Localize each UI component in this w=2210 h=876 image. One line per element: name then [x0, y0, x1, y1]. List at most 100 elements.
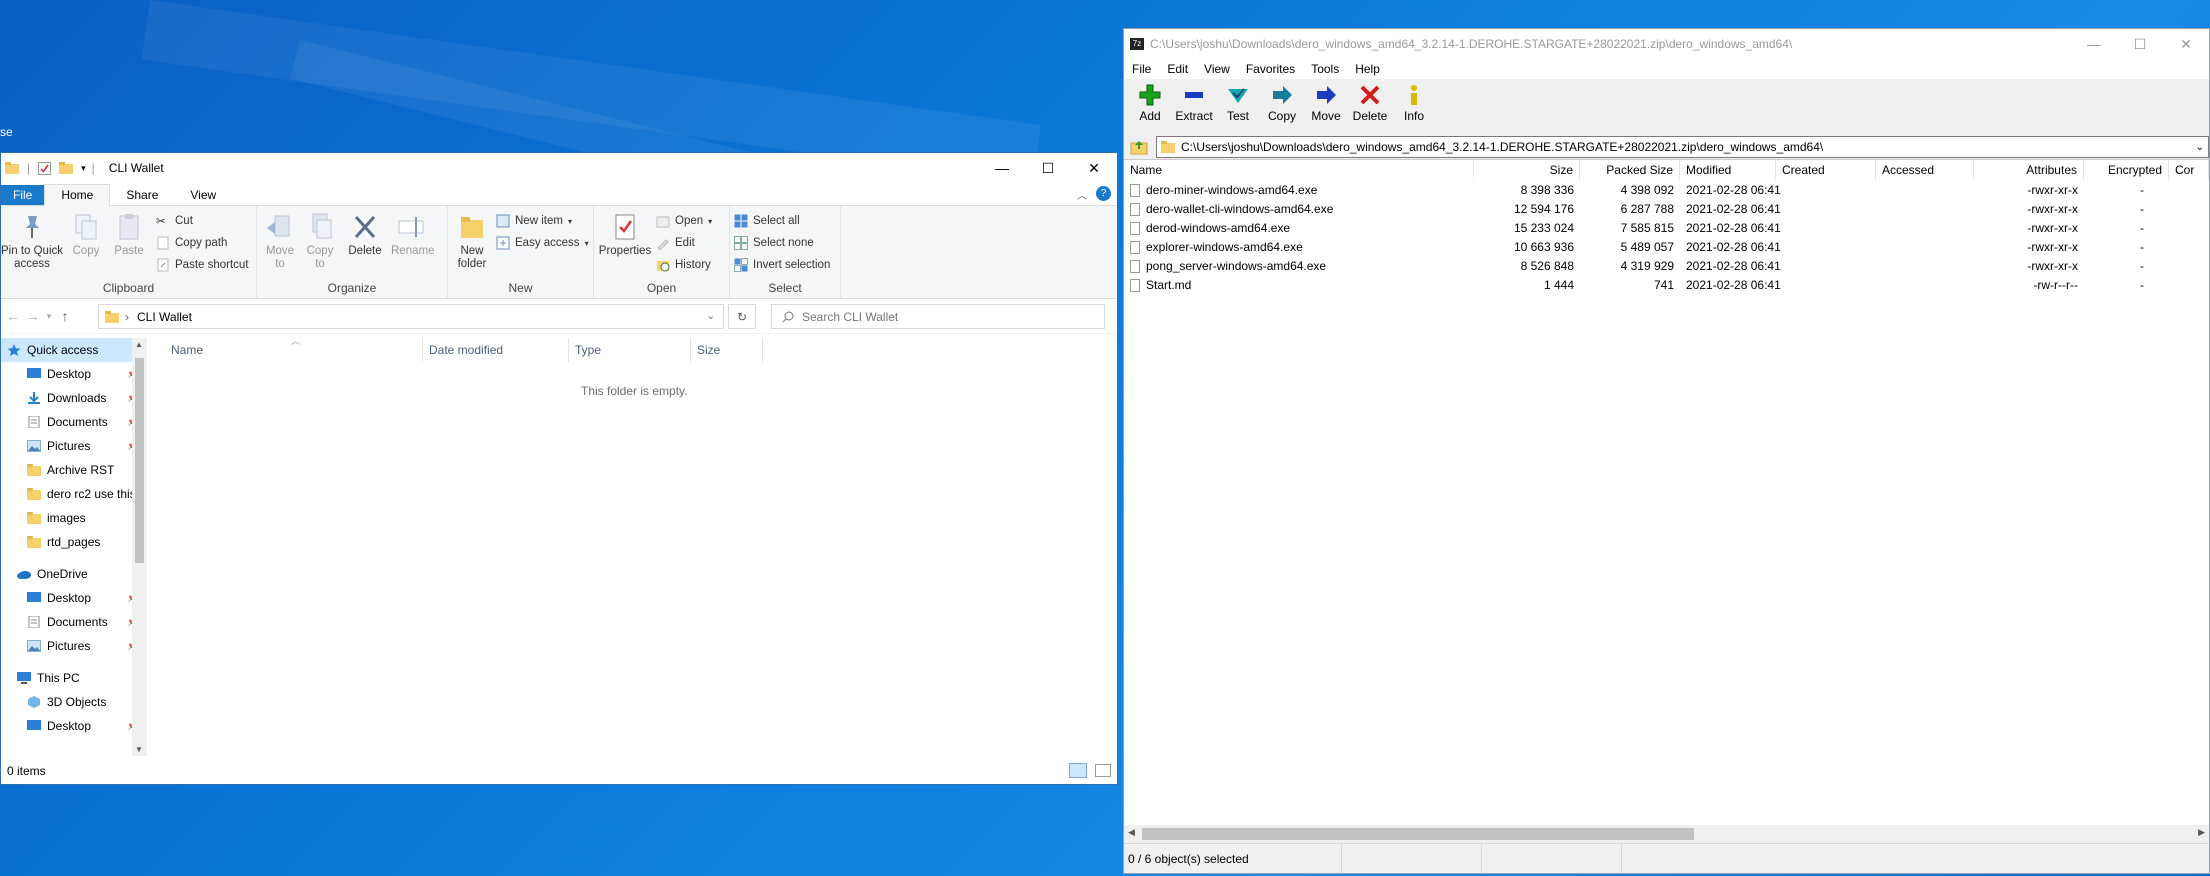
archive-row[interactable]: derod-windows-amd64.exe 15 233 024 7 585 8…: [1124, 219, 2209, 238]
menu-item[interactable]: Help: [1355, 62, 1380, 76]
tab-file[interactable]: File: [1, 185, 45, 205]
copy-button[interactable]: Copy: [1262, 79, 1302, 134]
invert-selection-button[interactable]: Invert selection: [734, 256, 830, 274]
rename-button[interactable]: Rename: [391, 212, 434, 258]
properties-button[interactable]: Properties: [598, 212, 652, 258]
nav-scrollbar[interactable]: ▲ ▼: [132, 338, 147, 756]
search-input[interactable]: Search CLI Wallet: [771, 304, 1105, 329]
delete-button[interactable]: Delete: [1350, 79, 1390, 134]
maximize-button[interactable]: ☐: [1025, 153, 1071, 183]
explorer-title-bar[interactable]: | ▾ | CLI Wallet — ☐ ✕: [1, 153, 1117, 183]
menu-item[interactable]: Edit: [1167, 62, 1188, 76]
cut-button[interactable]: ✂ Cut: [156, 212, 193, 230]
scroll-up-icon[interactable]: ▲: [135, 340, 143, 349]
easy-access-button[interactable]: Easy access ▾: [496, 234, 589, 252]
archive-row[interactable]: dero-wallet-cli-windows-amd64.exe 12 594 …: [1124, 200, 2209, 219]
tab-home[interactable]: Home: [44, 184, 111, 206]
nav-item[interactable]: Pictures📌: [1, 634, 147, 658]
column-header[interactable]: Cor: [2169, 160, 2209, 180]
path-field[interactable]: C:\Users\joshu\Downloads\dero_windows_am…: [1156, 136, 2209, 158]
nav-quick-access[interactable]: Quick access: [1, 338, 147, 362]
history-button[interactable]: History: [656, 256, 711, 274]
large-icons-view-icon[interactable]: [1095, 764, 1111, 777]
paste-button[interactable]: Paste: [111, 212, 147, 258]
copy-button[interactable]: Copy: [69, 212, 103, 258]
menu-item[interactable]: Favorites: [1246, 62, 1295, 76]
new-folder-button[interactable]: New folder: [454, 212, 490, 271]
sevenzip-title-bar[interactable]: 7z C:\Users\joshu\Downloads\dero_windows…: [1124, 29, 2209, 59]
file-list-pane[interactable]: ︿ Name Date modified Type Size This fold…: [151, 336, 1117, 756]
nav-item[interactable]: dero rc2 use this: [1, 482, 147, 506]
maximize-button[interactable]: ☐: [2117, 29, 2163, 59]
horizontal-scrollbar[interactable]: ◀ ▶: [1124, 825, 2209, 843]
back-arrow-icon[interactable]: ←: [3, 308, 23, 324]
scroll-left-icon[interactable]: ◀: [1128, 827, 1135, 838]
select-none-button[interactable]: Select none: [734, 234, 814, 252]
column-header[interactable]: Attributes: [1974, 160, 2084, 180]
up-folder-icon[interactable]: [1130, 139, 1148, 155]
column-header[interactable]: Created: [1776, 160, 1876, 180]
archive-row[interactable]: dero-miner-windows-amd64.exe 8 398 336 4 3…: [1124, 181, 2209, 200]
copy-path-button[interactable]: Copy path: [156, 234, 227, 252]
collapse-ribbon-icon[interactable]: ︿: [1077, 187, 1087, 202]
path-dropdown-icon[interactable]: ⌄: [2196, 142, 2204, 153]
column-header[interactable]: Packed Size: [1580, 160, 1680, 180]
move-to-button[interactable]: Move to: [263, 212, 297, 271]
customize-qat-icon[interactable]: ▾: [81, 163, 86, 174]
nav-item[interactable]: Desktop📌: [1, 362, 147, 386]
column-type[interactable]: Type: [569, 338, 691, 362]
pin-to-quick-access-button[interactable]: Pin to Quick access: [1, 212, 63, 271]
archive-file-list[interactable]: Name Size Packed Size Modified Created Access…: [1124, 159, 2209, 826]
nav-item[interactable]: Pictures📌: [1, 434, 147, 458]
nav-item[interactable]: Desktop📌: [1, 714, 147, 738]
scroll-right-icon[interactable]: ▶: [2198, 827, 2205, 838]
menu-item[interactable]: View: [1204, 62, 1230, 76]
scroll-down-icon[interactable]: ▼: [135, 745, 143, 754]
test-button[interactable]: Test: [1218, 79, 1258, 134]
nav-item[interactable]: rtd_pages: [1, 530, 147, 554]
edit-button[interactable]: Edit: [656, 234, 695, 252]
column-name[interactable]: Name: [165, 338, 423, 362]
copy-to-button[interactable]: Copy to: [303, 212, 337, 271]
nav-item[interactable]: Downloads📌: [1, 386, 147, 410]
address-bar[interactable]: › CLI Wallet ⌄: [98, 304, 724, 329]
nav-item[interactable]: 3D Objects: [1, 690, 147, 714]
open-button[interactable]: Open ▾: [656, 212, 712, 230]
column-header[interactable]: Size: [1474, 160, 1580, 180]
close-button[interactable]: ✕: [1071, 153, 1117, 183]
select-all-button[interactable]: Select all: [734, 212, 800, 230]
new-folder-quick-icon[interactable]: [59, 162, 74, 174]
help-icon[interactable]: ?: [1096, 186, 1111, 201]
minimize-button[interactable]: —: [2071, 29, 2117, 59]
column-header[interactable]: Encrypted: [2084, 160, 2169, 180]
archive-row[interactable]: Start.md 1 444 741 2021-02-28 06:41 -rw-r--r…: [1124, 276, 2209, 295]
column-header[interactable]: Modified: [1680, 160, 1776, 180]
column-size[interactable]: Size: [691, 338, 763, 362]
nav-onedrive[interactable]: OneDrive: [1, 562, 147, 586]
sevenzip-window[interactable]: 7z C:\Users\joshu\Downloads\dero_windows…: [1123, 28, 2210, 874]
address-dropdown-icon[interactable]: ⌄: [707, 311, 715, 322]
delete-button[interactable]: Delete: [347, 212, 383, 258]
breadcrumb-current[interactable]: CLI Wallet: [137, 310, 192, 324]
nav-item[interactable]: Documents📌: [1, 610, 147, 634]
details-view-icon[interactable]: [1069, 763, 1087, 778]
column-date-modified[interactable]: Date modified: [423, 338, 569, 362]
paste-shortcut-button[interactable]: Paste shortcut: [156, 256, 249, 274]
nav-this-pc[interactable]: This PC: [1, 666, 147, 690]
file-explorer-window[interactable]: | ▾ | CLI Wallet — ☐ ✕ File Home Share V…: [0, 152, 1118, 785]
menu-item[interactable]: File: [1132, 62, 1151, 76]
refresh-button[interactable]: ↻: [728, 304, 756, 329]
extract-button[interactable]: Extract: [1174, 79, 1214, 134]
column-header[interactable]: Name: [1124, 160, 1474, 180]
archive-row[interactable]: explorer-windows-amd64.exe 10 663 936 5 48…: [1124, 238, 2209, 257]
properties-quick-icon[interactable]: [38, 161, 52, 175]
add-button[interactable]: Add: [1130, 79, 1170, 134]
nav-scroll-thumb[interactable]: [135, 358, 144, 563]
new-item-button[interactable]: New item ▾: [496, 212, 572, 230]
breadcrumb-chevron-icon[interactable]: ›: [125, 310, 129, 324]
nav-item[interactable]: images: [1, 506, 147, 530]
column-header[interactable]: Accessed: [1876, 160, 1974, 180]
recent-locations-icon[interactable]: ▾: [43, 311, 55, 322]
up-arrow-icon[interactable]: ↑: [55, 308, 75, 324]
tab-view[interactable]: View: [174, 185, 232, 205]
